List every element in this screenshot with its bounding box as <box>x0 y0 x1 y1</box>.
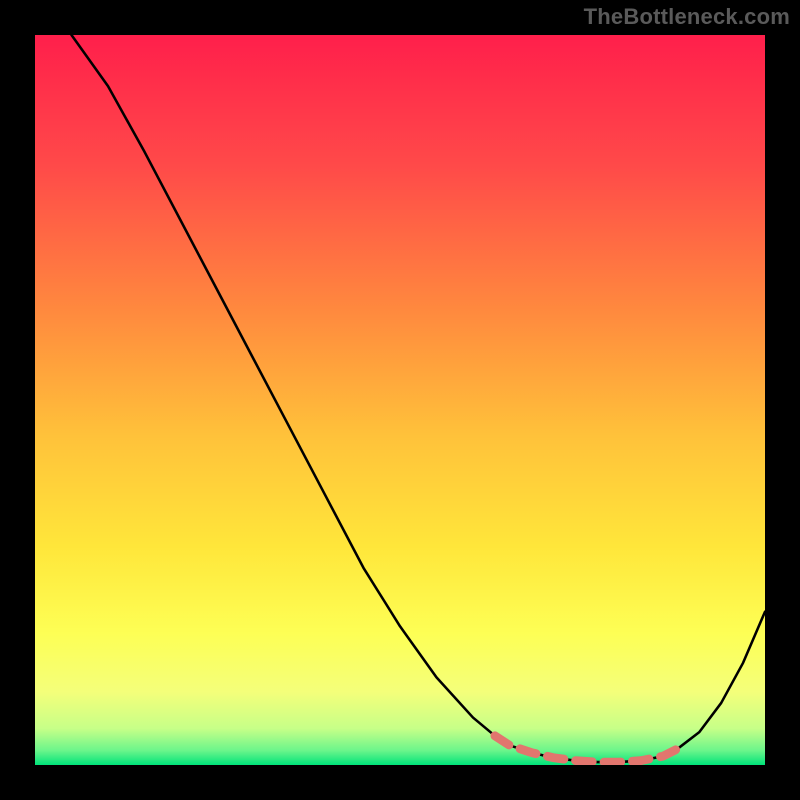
bottleneck-curve <box>72 35 766 762</box>
optimal-marker-track <box>495 736 678 762</box>
chart-lines <box>35 35 765 765</box>
chart-stage: TheBottleneck.com <box>0 0 800 800</box>
plot-area <box>35 35 765 765</box>
watermark-text: TheBottleneck.com <box>584 4 790 30</box>
